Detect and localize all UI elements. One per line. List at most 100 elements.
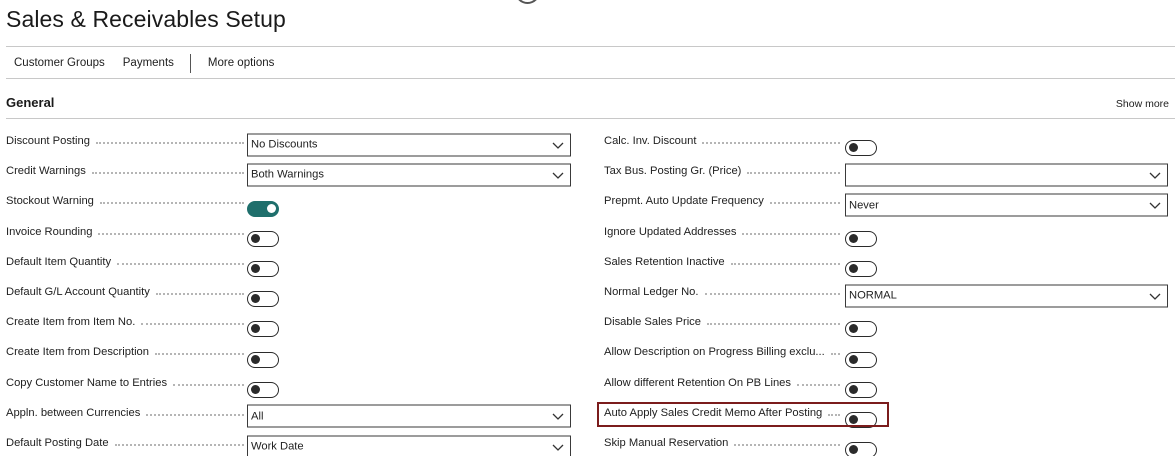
field-label: Copy Customer Name to Entries <box>6 377 244 389</box>
default-posting-date-select[interactable]: Work Date <box>247 435 571 456</box>
field-label-text: Discount Posting <box>6 135 90 148</box>
chevron-down-icon[interactable] <box>552 169 564 181</box>
allow-different-retention-on-pb-lines-toggle[interactable] <box>845 381 877 398</box>
toggle-knob <box>250 263 260 273</box>
chevron-down-icon[interactable] <box>552 441 564 453</box>
field-tax-bus-posting-gr-price: Tax Bus. Posting Gr. (Price) <box>604 156 1169 187</box>
select-value: Never <box>849 199 879 212</box>
field-allow-different-retention-on-pb-lines: Allow different Retention On PB Lines <box>604 368 1169 398</box>
show-more-link[interactable]: Show more <box>1116 98 1169 110</box>
field-label-text: Default Item Quantity <box>6 255 112 268</box>
field-label: Appln. between Currencies <box>6 407 244 419</box>
field-label-text: Stockout Warning <box>6 195 94 208</box>
toggle-knob <box>250 324 260 334</box>
field-label: Calc. Inv. Discount <box>604 135 840 147</box>
toggle-knob <box>250 233 260 243</box>
field-label: Skip Manual Reservation <box>604 437 840 449</box>
field-sales-retention-inactive: Sales Retention Inactive <box>604 247 1169 277</box>
more-options-action[interactable]: More options <box>199 57 283 69</box>
field-label: Invoice Rounding <box>6 226 244 238</box>
field-ignore-updated-addresses: Ignore Updated Addresses <box>604 217 1169 247</box>
toggle-knob <box>848 384 858 394</box>
dot-leader <box>742 232 840 235</box>
field-label-text: Create Item from Description <box>6 346 149 359</box>
field-label-text: Tax Bus. Posting Gr. (Price) <box>604 165 742 178</box>
field-label: Default G/L Account Quantity <box>6 286 244 298</box>
discount-posting-select[interactable]: No Discounts <box>247 133 571 157</box>
dot-leader <box>99 202 244 205</box>
stockout-warning-toggle[interactable] <box>247 200 279 217</box>
field-label: Stockout Warning <box>6 195 244 207</box>
create-item-from-item-no-toggle[interactable] <box>247 321 279 338</box>
field-label: Prepmt. Auto Update Frequency <box>604 195 840 207</box>
dot-leader <box>146 413 244 416</box>
default-g-l-account-quantity-toggle[interactable] <box>247 291 279 308</box>
field-appln-between-currencies: Appln. between Currencies All <box>6 398 571 428</box>
dot-leader <box>114 443 244 446</box>
field-calc-inv-discount: Calc. Inv. Discount <box>604 126 1169 157</box>
disable-sales-price-toggle[interactable] <box>845 321 877 338</box>
chevron-down-icon[interactable] <box>1149 169 1161 181</box>
sales-retention-inactive-toggle[interactable] <box>845 260 877 277</box>
appln-between-currencies-select[interactable]: All <box>247 404 571 428</box>
toggle-knob <box>250 354 260 364</box>
field-label: Credit Warnings <box>6 165 244 177</box>
field-label: Allow different Retention On PB Lines <box>604 377 840 389</box>
chevron-down-icon[interactable] <box>1149 200 1161 212</box>
toggle-knob <box>250 384 260 394</box>
customer-groups-action[interactable]: Customer Groups <box>6 57 114 69</box>
field-default-g-l-account-quantity: Default G/L Account Quantity <box>6 277 571 308</box>
left-field-column: Discount Posting No Discounts Credit Warni… <box>6 126 571 456</box>
section-title-general[interactable]: General <box>6 95 54 110</box>
chevron-down-icon[interactable] <box>552 139 564 151</box>
dot-leader <box>830 353 840 356</box>
toggle-knob <box>848 263 858 273</box>
field-label-text: Ignore Updated Addresses <box>604 225 737 238</box>
field-label-text: Allow different Retention On PB Lines <box>604 376 791 389</box>
field-label-text: Default Posting Date <box>6 436 109 449</box>
select-value: NORMAL <box>849 289 897 302</box>
field-normal-ledger-no: Normal Ledger No. NORMAL <box>604 277 1169 308</box>
skip-manual-reservation-toggle[interactable] <box>845 442 877 456</box>
section-divider <box>6 118 1175 119</box>
normal-ledger-no-select[interactable]: NORMAL <box>845 284 1168 308</box>
create-item-from-description-toggle[interactable] <box>247 351 279 368</box>
toggle-knob <box>848 324 858 334</box>
prepmt-auto-update-frequency-select[interactable]: Never <box>845 193 1168 217</box>
invoice-rounding-toggle[interactable] <box>247 230 279 247</box>
credit-warnings-select[interactable]: Both Warnings <box>247 163 571 187</box>
field-default-item-quantity: Default Item Quantity <box>6 247 571 277</box>
field-create-item-from-item-no: Create Item from Item No. <box>6 307 571 338</box>
chevron-down-icon[interactable] <box>1149 290 1161 302</box>
field-label: Tax Bus. Posting Gr. (Price) <box>604 165 840 177</box>
ignore-updated-addresses-toggle[interactable] <box>845 230 877 247</box>
default-item-quantity-toggle[interactable] <box>247 260 279 277</box>
field-copy-customer-name-to-entries: Copy Customer Name to Entries <box>6 368 571 398</box>
field-disable-sales-price: Disable Sales Price <box>604 307 1169 338</box>
field-label-text: Prepmt. Auto Update Frequency <box>604 195 764 208</box>
dot-leader <box>173 383 244 386</box>
chevron-down-icon[interactable] <box>552 411 564 423</box>
field-credit-warnings: Credit Warnings Both Warnings <box>6 156 571 187</box>
select-value: Both Warnings <box>251 168 324 181</box>
field-invoice-rounding: Invoice Rounding <box>6 217 571 247</box>
copy-customer-name-to-entries-toggle[interactable] <box>247 381 279 398</box>
action-separator <box>189 53 191 73</box>
field-label: Default Item Quantity <box>6 256 244 268</box>
field-create-item-from-description: Create Item from Description <box>6 337 571 368</box>
payments-action[interactable]: Payments <box>114 57 183 69</box>
page-title: Sales & Receivables Setup <box>6 6 286 32</box>
field-label-text: Appln. between Currencies <box>6 406 141 419</box>
field-label-text: Default G/L Account Quantity <box>6 286 150 299</box>
field-label-text: Disable Sales Price <box>604 316 702 329</box>
toggle-knob <box>250 294 260 304</box>
toggle-knob <box>848 143 858 153</box>
select-value: Work Date <box>251 440 304 453</box>
toggle-knob <box>848 445 858 455</box>
dot-leader <box>95 142 244 145</box>
tax-bus-posting-gr-price-select[interactable] <box>845 163 1168 187</box>
dot-leader <box>707 323 840 326</box>
calc-inv-discount-toggle[interactable] <box>845 140 877 157</box>
field-default-posting-date: Default Posting Date Work Date <box>6 428 571 456</box>
allow-description-on-progress-billing-exclu-toggle[interactable] <box>845 351 877 368</box>
